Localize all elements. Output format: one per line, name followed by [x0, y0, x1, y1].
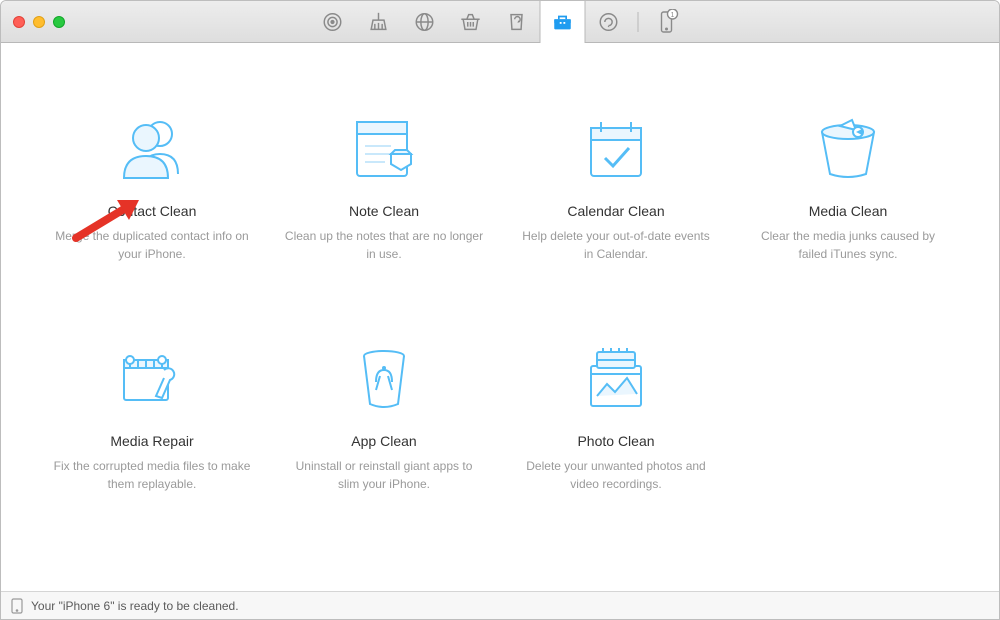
window-close-button[interactable] — [13, 16, 25, 28]
card-media-repair[interactable]: Media Repair Fix the corrupted media fil… — [41, 343, 263, 493]
tab-internet[interactable] — [402, 1, 448, 42]
phone-small-icon — [11, 598, 23, 614]
broom-icon — [368, 11, 390, 33]
tab-toolbox[interactable] — [540, 1, 586, 42]
window-controls — [1, 16, 65, 28]
app-window: 1 Contact Clean Me — [0, 0, 1000, 620]
calendar-icon — [581, 113, 651, 185]
globe-icon — [414, 11, 436, 33]
basket-icon — [460, 11, 482, 33]
card-title: Media Repair — [110, 433, 193, 449]
toolbar-tabs: 1 — [310, 1, 691, 42]
card-title: Photo Clean — [577, 433, 654, 449]
media-bucket-icon — [812, 113, 884, 185]
card-note-clean[interactable]: Note Clean Clean up the notes that are n… — [273, 113, 495, 263]
window-maximize-button[interactable] — [53, 16, 65, 28]
refresh-badge-icon — [598, 11, 620, 33]
tab-recycle[interactable] — [494, 1, 540, 42]
tab-clean[interactable] — [356, 1, 402, 42]
card-title: Note Clean — [349, 203, 419, 219]
tab-basket[interactable] — [448, 1, 494, 42]
titlebar: 1 — [1, 1, 999, 43]
card-photo-clean[interactable]: Photo Clean Delete your unwanted photos … — [505, 343, 727, 493]
contacts-icon — [112, 113, 192, 185]
card-desc: Delete your unwanted photos and video re… — [516, 457, 716, 493]
phone-icon: 1 — [656, 9, 680, 35]
note-icon — [349, 113, 419, 185]
tab-device[interactable]: 1 — [645, 1, 691, 42]
tab-updates[interactable] — [586, 1, 632, 42]
card-contact-clean[interactable]: Contact Clean Merge the duplicated conta… — [41, 113, 263, 263]
window-minimize-button[interactable] — [33, 16, 45, 28]
app-clean-icon — [354, 343, 414, 415]
card-title: Calendar Clean — [567, 203, 664, 219]
card-desc: Fix the corrupted media files to make th… — [52, 457, 252, 493]
card-app-clean[interactable]: App Clean Uninstall or reinstall giant a… — [273, 343, 495, 493]
media-repair-icon — [116, 343, 188, 415]
toolbox-icon — [552, 11, 574, 33]
card-title: Media Clean — [809, 203, 888, 219]
toolbar-separator — [638, 12, 639, 32]
status-bar: Your "iPhone 6" is ready to be cleaned. — [1, 591, 999, 619]
status-text: Your "iPhone 6" is ready to be cleaned. — [31, 599, 239, 613]
card-desc: Help delete your out-of-date events in C… — [516, 227, 716, 263]
target-icon — [322, 11, 344, 33]
card-calendar-clean[interactable]: Calendar Clean Help delete your out-of-d… — [505, 113, 727, 263]
device-badge-count: 1 — [671, 12, 675, 19]
card-desc: Clean up the notes that are no longer in… — [284, 227, 484, 263]
card-desc: Uninstall or reinstall giant apps to sli… — [284, 457, 484, 493]
tab-speed[interactable] — [310, 1, 356, 42]
photo-clean-icon — [583, 343, 649, 415]
card-desc: Merge the duplicated contact info on you… — [52, 227, 252, 263]
card-title: Contact Clean — [108, 203, 197, 219]
card-desc: Clear the media junks caused by failed i… — [748, 227, 948, 263]
card-media-clean[interactable]: Media Clean Clear the media junks caused… — [737, 113, 959, 263]
main-content: Contact Clean Merge the duplicated conta… — [1, 43, 999, 591]
card-title: App Clean — [351, 433, 416, 449]
tools-grid: Contact Clean Merge the duplicated conta… — [41, 113, 959, 493]
recycle-icon — [506, 11, 528, 33]
